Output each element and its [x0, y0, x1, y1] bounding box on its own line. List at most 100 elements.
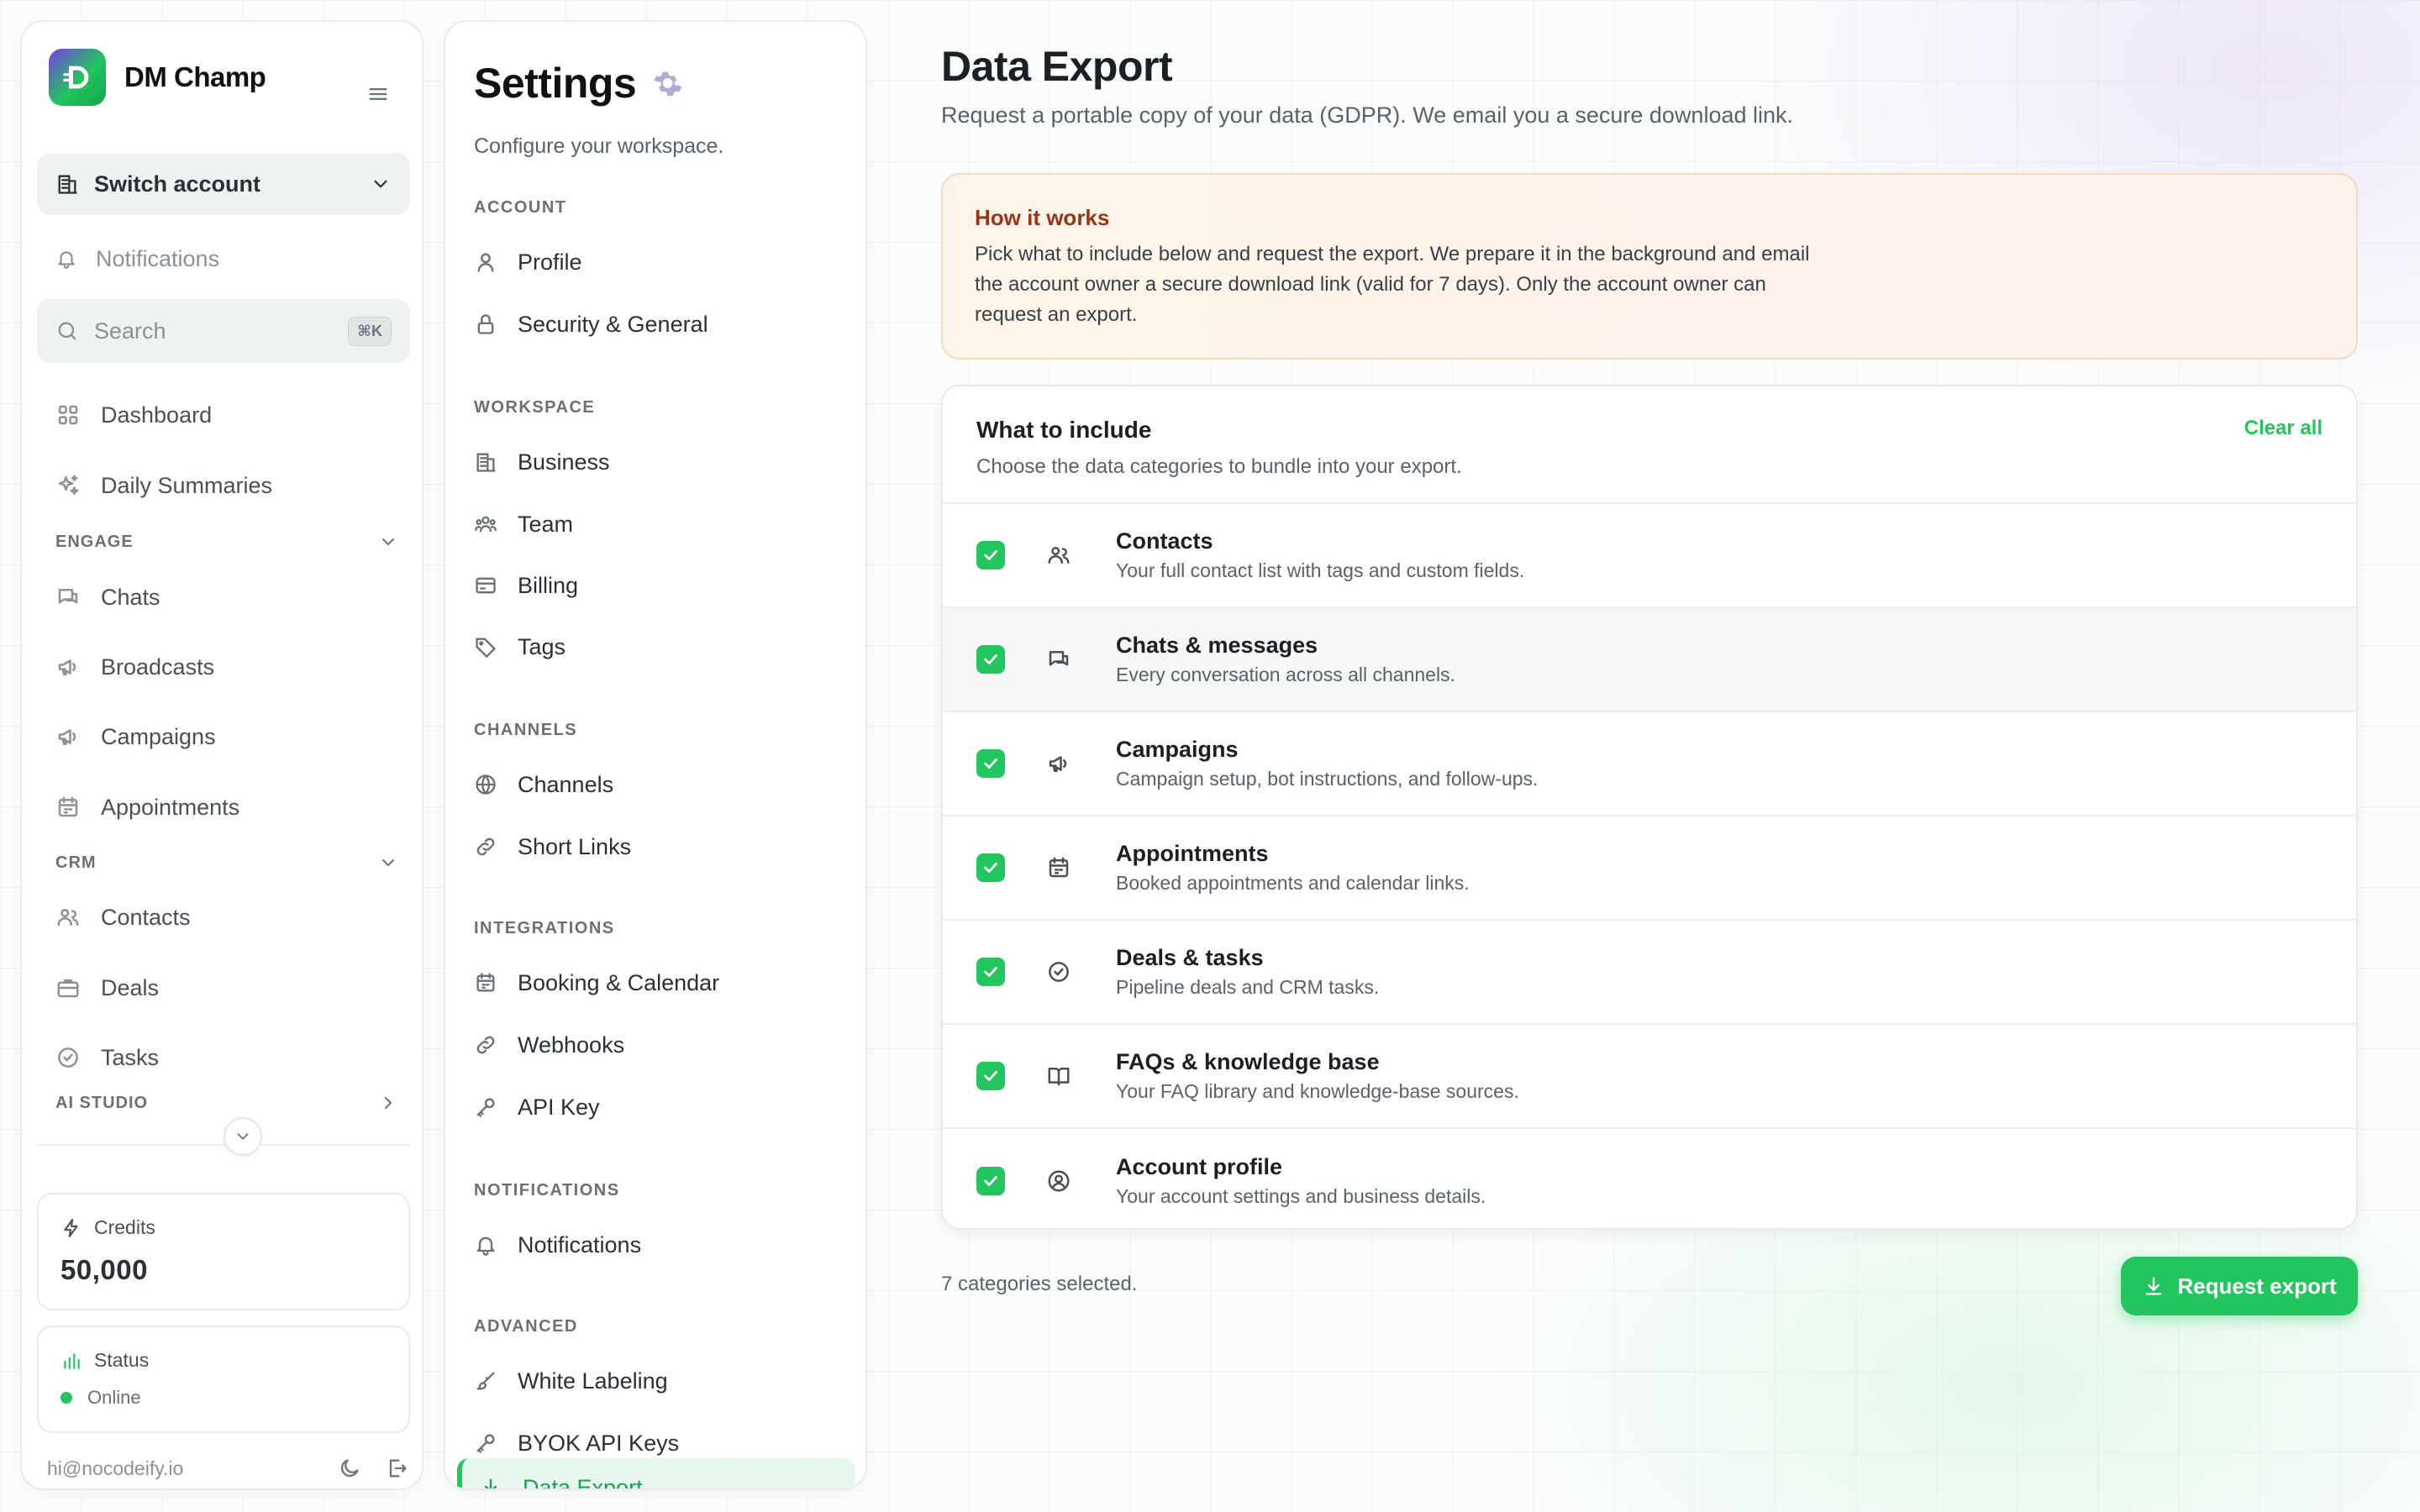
settings-item-webhooks[interactable]: Webhooks — [474, 1028, 624, 1062]
request-export-button[interactable]: Request export — [2121, 1257, 2358, 1315]
sidebar-item-label: Appointments — [101, 794, 240, 820]
category-row-campaigns[interactable]: Campaigns Campaign setup, bot instructio… — [943, 712, 2356, 816]
category-desc: Your FAQ library and knowledge-base sour… — [1116, 1080, 1519, 1102]
settings-item-security[interactable]: Security & General — [474, 307, 708, 341]
category-row-faqs[interactable]: FAQs & knowledge base Your FAQ library a… — [943, 1025, 2356, 1129]
category-row-chats[interactable]: Chats & messages Every conversation acro… — [943, 608, 2356, 712]
link-icon — [476, 1036, 495, 1054]
gear-icon — [654, 71, 682, 96]
megaphone-icon — [58, 659, 76, 675]
sidebar-item-label: Chats — [101, 584, 160, 610]
category-row-deals[interactable]: Deals & tasks Pipeline deals and CRM tas… — [943, 921, 2356, 1025]
users-icon — [57, 909, 79, 926]
settings-item-label: Short Links — [518, 833, 632, 859]
settings-item-tags[interactable]: Tags — [474, 630, 566, 664]
settings-item-label: Channels — [518, 771, 614, 797]
category-title: Chats & messages — [1116, 633, 1318, 658]
settings-title: Settings — [474, 59, 683, 108]
sidebar-item-deals[interactable]: Deals — [55, 969, 159, 1006]
settings-item-notifications[interactable]: Notifications — [474, 1228, 641, 1262]
settings-item-api-key[interactable]: API Key — [474, 1090, 600, 1124]
sidebar-item-contacts[interactable]: Contacts — [55, 899, 191, 936]
logout-icon — [389, 1459, 407, 1478]
settings-group-account: ACCOUNT — [474, 198, 567, 217]
download-icon — [485, 1478, 497, 1488]
category-desc: Your account settings and business detai… — [1116, 1185, 1486, 1207]
hamburger-menu-icon[interactable] — [366, 82, 390, 106]
settings-item-byok[interactable]: BYOK API Keys — [474, 1426, 679, 1460]
category-checkbox[interactable] — [976, 645, 1005, 674]
brand[interactable]: DM Champ — [49, 49, 266, 106]
page-subtitle: Request a portable copy of your data (GD… — [941, 102, 1794, 128]
settings-item-white-labeling[interactable]: White Labeling — [474, 1364, 668, 1398]
category-title: FAQs & knowledge base — [1116, 1049, 1380, 1074]
category-checkbox[interactable] — [976, 958, 1005, 986]
include-card: What to include Choose the data categori… — [941, 385, 2358, 1230]
sidebar-item-chats[interactable]: Chats — [55, 579, 160, 616]
sparkles-icon — [58, 475, 79, 496]
sidebar-group-ai-studio[interactable]: AI STUDIO — [55, 1090, 408, 1116]
settings-item-label: White Labeling — [518, 1368, 668, 1394]
sidebar-notifications[interactable]: Notifications — [55, 242, 219, 276]
sidebar-item-campaigns[interactable]: Campaigns — [55, 718, 216, 755]
check-circle-icon — [1037, 950, 1081, 994]
clear-all-button[interactable]: Clear all — [2244, 417, 2323, 440]
category-checkbox[interactable] — [976, 749, 1005, 778]
settings-item-label: Business — [518, 449, 610, 475]
scroll-down-button[interactable] — [224, 1117, 262, 1156]
bar-chart-icon — [64, 1352, 80, 1369]
settings-item-billing[interactable]: Billing — [474, 569, 578, 602]
brand-logo — [49, 49, 106, 106]
category-checkbox[interactable] — [976, 853, 1005, 882]
search-shortcut: ⌘K — [348, 316, 392, 346]
include-title: What to include — [976, 417, 1152, 443]
building-icon — [476, 453, 496, 472]
category-checkbox[interactable] — [976, 541, 1005, 570]
sidebar-group-label: AI STUDIO — [55, 1093, 149, 1112]
settings-item-channels[interactable]: Channels — [474, 768, 613, 801]
category-checkbox[interactable] — [976, 1167, 1005, 1195]
sidebar-group-engage[interactable]: ENGAGE — [55, 529, 408, 554]
status-dot — [60, 1392, 72, 1404]
switch-account-button[interactable]: Switch account — [37, 153, 410, 215]
sidebar-item-tasks[interactable]: Tasks — [55, 1039, 159, 1076]
globe-icon — [476, 774, 496, 795]
main-content: Data Export Request a portable copy of y… — [941, 0, 2361, 1512]
chevron-down-icon — [374, 180, 387, 188]
sidebar-divider — [37, 1144, 410, 1146]
category-desc: Campaign setup, bot instructions, and fo… — [1116, 768, 1539, 790]
sidebar-group-crm[interactable]: CRM — [55, 850, 408, 875]
settings-item-team[interactable]: Team — [474, 507, 573, 541]
sidebar-item-dashboard[interactable]: Dashboard — [55, 396, 212, 433]
lightning-icon — [64, 1218, 78, 1237]
settings-item-short-links[interactable]: Short Links — [474, 830, 631, 864]
sidebar-item-daily-summaries[interactable]: Daily Summaries — [55, 467, 272, 504]
settings-item-booking[interactable]: Booking & Calendar — [474, 966, 719, 1000]
settings-item-label: Profile — [518, 249, 582, 275]
sidebar-item-broadcasts[interactable]: Broadcasts — [55, 648, 214, 685]
category-checkbox[interactable] — [976, 1062, 1005, 1090]
credits-label: Credits — [94, 1216, 155, 1238]
category-row-contacts[interactable]: Contacts Your full contact list with tag… — [943, 504, 2356, 608]
settings-item-label: Team — [518, 511, 574, 537]
category-desc: Your full contact list with tags and cus… — [1116, 559, 1525, 581]
search-input[interactable]: Search ⌘K — [37, 299, 410, 363]
category-row-account-profile[interactable]: Account profile Your account settings an… — [943, 1129, 2356, 1228]
category-title: Appointments — [1116, 841, 1269, 866]
sidebar-item-appointments[interactable]: Appointments — [55, 789, 239, 826]
calendar-icon — [476, 973, 495, 992]
category-row-appointments[interactable]: Appointments Booked appointments and cal… — [943, 816, 2356, 921]
category-desc: Pipeline deals and CRM tasks. — [1116, 976, 1380, 998]
how-it-works-callout: How it works Pick what to include below … — [941, 173, 2358, 360]
settings-item-business[interactable]: Business — [474, 445, 610, 479]
sidebar-item-label: Broadcasts — [101, 654, 215, 680]
include-header: What to include Choose the data categori… — [943, 386, 2356, 504]
search-icon — [58, 322, 76, 340]
settings-item-profile[interactable]: Profile — [474, 245, 582, 279]
tag-icon — [476, 638, 496, 658]
settings-subtitle: Configure your workspace. — [474, 134, 724, 158]
settings-item-data-export[interactable]: Data Export — [457, 1458, 855, 1488]
category-title: Campaigns — [1116, 737, 1239, 762]
chevron-right-icon — [385, 1097, 392, 1109]
settings-item-label: Webhooks — [518, 1032, 625, 1058]
